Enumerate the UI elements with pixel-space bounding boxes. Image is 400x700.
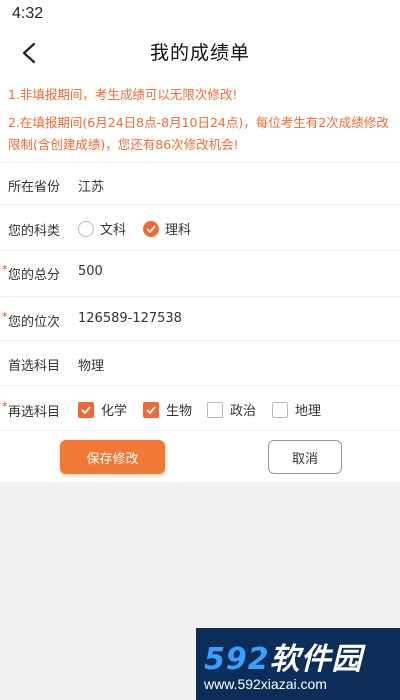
watermark-brand-text: 软件园: [269, 642, 363, 677]
notice-2: 2.在填报期间(6月24日8点-8月10日24点)，每位考生有2次成绩修改限制(…: [8, 115, 389, 152]
page-title: 我的成绩单: [149, 42, 250, 64]
checkbox-label: 化学: [101, 404, 128, 419]
watermark-logo: 592软件园 www.592xiazai.com: [196, 628, 400, 700]
radio-science[interactable]: 理科: [143, 219, 191, 238]
radio-liberal-arts[interactable]: 文科: [78, 219, 126, 238]
save-button[interactable]: 保存修改: [60, 440, 165, 474]
divider: [0, 296, 400, 297]
rank-label: * 您的位次: [2, 310, 61, 330]
second-choice-label-text: 再选科目: [8, 405, 61, 420]
checkbox-geography[interactable]: 地理: [272, 400, 321, 419]
first-choice-label: 首选科目: [8, 359, 61, 374]
status-bar: 4:32: [0, 0, 400, 30]
radio-label: 理科: [165, 223, 192, 238]
divider: [0, 385, 400, 386]
checkbox-label: 生物: [166, 404, 193, 419]
main-card: 4:32 我的成绩单 1.非填报期间，考生成绩可以无限次修改! 2.在填报期间(…: [0, 0, 400, 482]
total-score-label-text: 您的总分: [8, 268, 61, 283]
notice-1: 1.非填报期间，考生成绩可以无限次修改!: [8, 87, 238, 102]
checkbox-label: 地理: [295, 404, 322, 419]
checkbox-empty-icon: [207, 401, 223, 418]
status-time: 4:32: [12, 5, 44, 22]
checkbox-label: 政治: [230, 404, 257, 419]
cancel-button[interactable]: 取消: [268, 440, 342, 474]
checkbox-checked-icon: [78, 401, 94, 418]
province-label: 所在省份: [8, 180, 61, 195]
checkbox-empty-icon: [272, 401, 288, 418]
first-choice-value[interactable]: 物理: [78, 355, 104, 374]
divider: [0, 430, 400, 431]
radio-off-icon: [78, 220, 94, 237]
watermark-brand: 592软件园: [204, 634, 363, 678]
second-choice-label: * 再选科目: [2, 400, 61, 420]
subject-type-label: 您的科类: [8, 224, 61, 239]
required-star: *: [2, 263, 8, 276]
required-star: *: [2, 310, 8, 323]
total-score-input[interactable]: 500: [78, 264, 103, 279]
watermark-brand-num: 592: [204, 642, 270, 677]
radio-label: 文科: [100, 223, 127, 238]
nav-bar: 我的成绩单: [0, 30, 400, 76]
checkbox-chemistry[interactable]: 化学: [78, 400, 127, 419]
required-star: *: [2, 400, 8, 413]
checkbox-biology[interactable]: 生物: [143, 400, 192, 419]
radio-checked-icon: [143, 220, 159, 237]
divider: [0, 250, 400, 251]
watermark-url: www.592xiazai.com: [204, 676, 327, 692]
province-value[interactable]: 江苏: [78, 176, 104, 195]
divider: [0, 162, 400, 163]
checkbox-checked-icon: [143, 401, 159, 418]
total-score-label: * 您的总分: [2, 263, 61, 283]
rank-label-text: 您的位次: [8, 315, 61, 330]
checkbox-politics[interactable]: 政治: [207, 400, 256, 419]
divider: [0, 204, 400, 205]
rank-value: 126589-127538: [78, 311, 182, 326]
divider: [0, 340, 400, 341]
